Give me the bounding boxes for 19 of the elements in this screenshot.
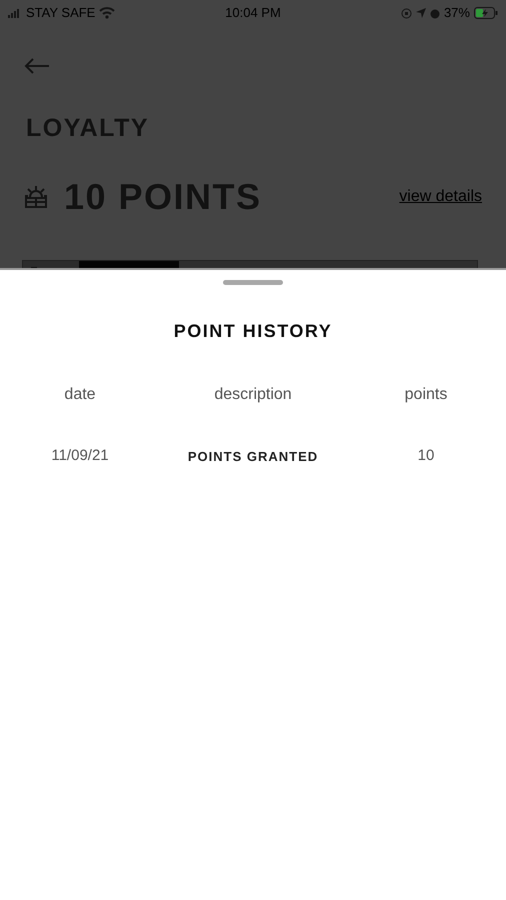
description-cell-text: POINTS GRANTED — [186, 448, 320, 466]
rotation-lock-icon — [400, 8, 412, 18]
sheet-title: POINT HISTORY — [172, 320, 334, 343]
battery-icon — [474, 7, 498, 19]
back-button[interactable] — [24, 58, 50, 74]
date-cell-text: 11/09/21 — [50, 446, 110, 466]
status-time: 10:04 PM — [225, 5, 281, 20]
column-header: description — [213, 385, 293, 405]
location-icon — [416, 8, 426, 18]
signal-icon — [8, 8, 22, 18]
battery-percent: 37% — [444, 4, 470, 22]
wifi-icon — [99, 7, 116, 19]
points-cell-text: 10 — [416, 446, 436, 466]
column-header: date — [63, 385, 97, 405]
column-header: points — [404, 385, 448, 405]
view-details-link[interactable]: view details — [399, 184, 482, 209]
drag-handle[interactable] — [223, 280, 283, 285]
carrier-name: STAY SAFE — [26, 4, 96, 22]
reward-icon — [24, 186, 48, 208]
